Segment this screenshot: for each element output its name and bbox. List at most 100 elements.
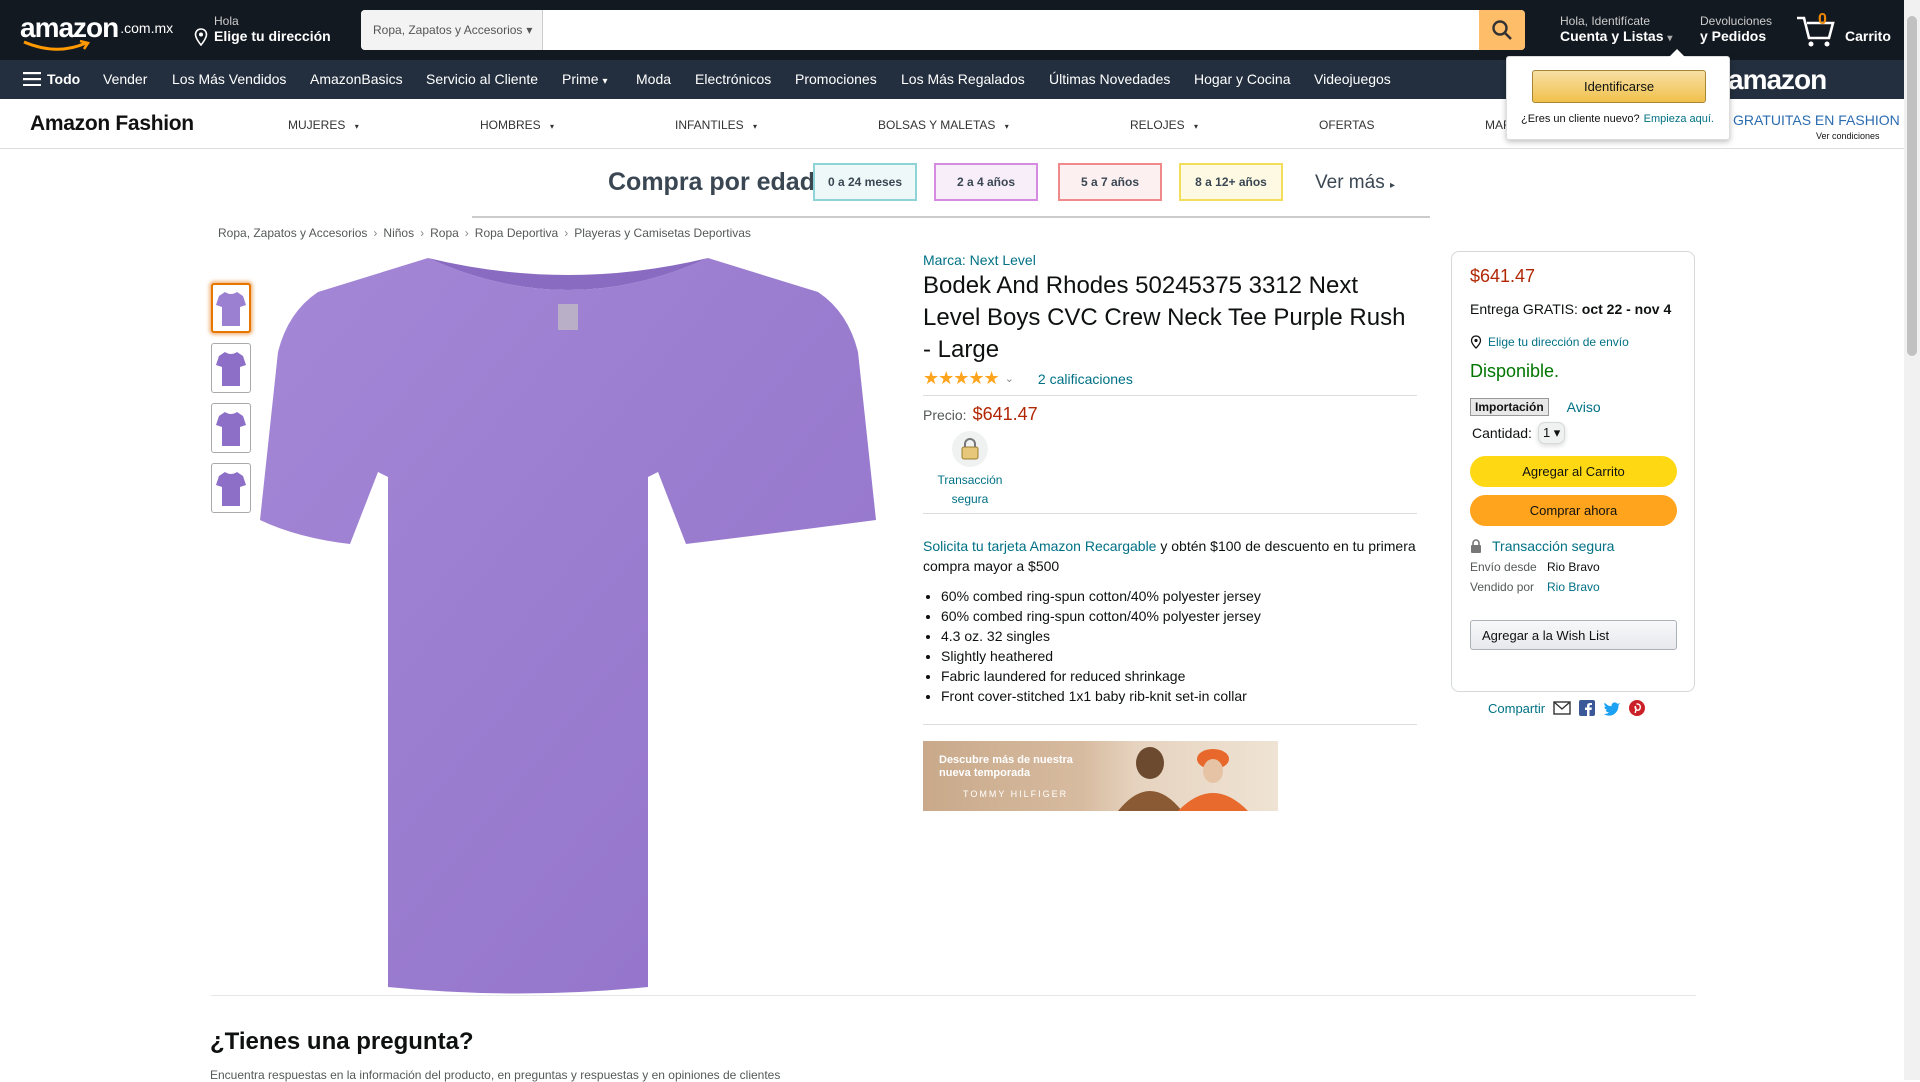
list-item: 60% combed ring-spun cotton/40% polyeste…: [941, 586, 1417, 606]
nav-item[interactable]: Últimas Novedades: [1049, 71, 1170, 87]
age-option[interactable]: 5 a 7 años: [1058, 163, 1162, 201]
nav-item-prime[interactable]: Prime ▾: [562, 71, 607, 87]
signin-flyout: Identificarse ¿Eres un cliente nuevo? Emp…: [1506, 49, 1730, 140]
fashion-item-bolsas[interactable]: BOLSAS Y MALETAS ▾: [878, 118, 1009, 132]
breadcrumb-item[interactable]: Playeras y Camisetas Deportivas: [574, 226, 751, 240]
quantity-select[interactable]: 1 ▾: [1537, 422, 1566, 444]
tshirt-icon: [216, 292, 246, 326]
seller-link[interactable]: Rio Bravo: [1547, 580, 1600, 594]
availability: Disponible.: [1470, 361, 1560, 381]
secure-transaction-badge[interactable]: Transacción segura: [923, 431, 1017, 509]
see-more-link[interactable]: Ver más ▸: [1315, 172, 1395, 194]
breadcrumb-item[interactable]: Ropa, Zapatos y Accesorios: [218, 226, 367, 240]
breadcrumb-item[interactable]: Ropa: [430, 226, 459, 240]
breadcrumb-item[interactable]: Ropa Deportiva: [475, 226, 558, 240]
ships-from-row: Envío desde Rio Bravo: [1470, 560, 1600, 574]
cart-button[interactable]: 0 Carrito: [1795, 8, 1895, 52]
facebook-icon[interactable]: [1579, 700, 1596, 716]
buybox-price: $641.47: [1470, 266, 1536, 286]
buy-box: $641.47 Entrega GRATIS: oct 22 - nov 4 E…: [1451, 251, 1695, 692]
tommy-hilfiger-ad[interactable]: Descubre más de nuestra nueva temporada T…: [923, 741, 1278, 811]
list-item: Slightly heathered: [941, 646, 1417, 666]
nav-item[interactable]: AmazonBasics: [310, 71, 403, 87]
pinterest-icon[interactable]: [1629, 700, 1646, 716]
add-to-wishlist-button[interactable]: Agregar a la Wish List: [1470, 620, 1677, 650]
amazon-fashion-logo[interactable]: Amazon Fashion: [30, 112, 194, 136]
ratings-count-link[interactable]: 2 calificaciones: [1038, 371, 1133, 387]
signin-button[interactable]: Identificarse: [1532, 70, 1706, 103]
nav-item[interactable]: Los Más Regalados: [901, 71, 1025, 87]
chevron-down-icon[interactable]: ⌄: [1005, 372, 1014, 385]
email-icon[interactable]: [1553, 701, 1571, 715]
add-to-cart-button[interactable]: Agregar al Carrito: [1470, 456, 1677, 487]
recargable-card-link[interactable]: Solicita tu tarjeta Amazon Recargable: [923, 538, 1156, 554]
feature-bullets: 60% combed ring-spun cotton/40% polyeste…: [923, 586, 1417, 706]
fashion-item-mujeres[interactable]: MUJERES ▾: [288, 118, 359, 132]
list-item: Front cover-stitched 1x1 baby rib-knit s…: [941, 686, 1417, 706]
fashion-item-infantiles[interactable]: INFANTILES ▾: [675, 118, 757, 132]
breadcrumb: Ropa, Zapatos y Accesorios › Niños › Ropa › Ro…: [218, 226, 751, 240]
import-row: Importación Aviso: [1470, 398, 1676, 416]
nav-item[interactable]: Los Más Vendidos: [172, 71, 286, 87]
page-scrollbar[interactable]: [1904, 0, 1920, 1080]
fashion-promo[interactable]: GRATUITAS EN FASHION: [1733, 112, 1900, 128]
returns-orders[interactable]: Devoluciones y Pedidos: [1700, 14, 1772, 44]
shop-by-age-banner: Compra por edad 0 a 24 meses 2 a 4 años …: [472, 150, 1430, 218]
buy-now-button[interactable]: Comprar ahora: [1470, 495, 1677, 526]
search-input[interactable]: [543, 10, 1479, 50]
twitter-icon[interactable]: [1603, 701, 1621, 716]
thumbnail[interactable]: [211, 283, 251, 333]
nav-item[interactable]: Vender: [103, 71, 147, 87]
breadcrumb-item[interactable]: Niños: [383, 226, 414, 240]
fashion-item-relojes[interactable]: RELOJES ▾: [1130, 118, 1198, 132]
tshirt-icon: [216, 472, 246, 506]
nav-item[interactable]: Videojuegos: [1314, 71, 1391, 87]
amazon-logo[interactable]: amazon .com.mx: [20, 12, 173, 51]
search-category-dropdown[interactable]: Ropa, Zapatos y Accesorios ▾: [361, 10, 543, 50]
star-rating[interactable]: ★★★★★: [923, 368, 1000, 389]
sold-by-row: Vendido por Rio Bravo: [1470, 580, 1600, 594]
price: $641.47: [972, 404, 1038, 424]
fashion-item-ofertas[interactable]: OFERTAS: [1319, 118, 1375, 132]
search-button[interactable]: [1479, 10, 1525, 50]
account-menu[interactable]: Hola, Identifícate Cuenta y Listas ▾: [1560, 14, 1672, 47]
list-item: 60% combed ring-spun cotton/40% polyeste…: [941, 606, 1417, 626]
thumbnail[interactable]: [211, 343, 251, 393]
nav-item[interactable]: Electrónicos: [695, 71, 771, 87]
fashion-promo-note[interactable]: Ver condiciones: [1816, 131, 1880, 141]
secure-transaction-link[interactable]: Transacción segura: [1470, 538, 1676, 554]
caret-down-icon: ▾: [526, 23, 533, 37]
delivery-address[interactable]: Hola Elige tu dirección: [194, 14, 331, 46]
all-menu-button[interactable]: Todo: [23, 71, 80, 87]
product-main-image[interactable]: [258, 252, 878, 997]
start-here-link[interactable]: Empieza aquí.: [1644, 113, 1714, 125]
search-icon: [1492, 20, 1512, 40]
cart-count: 0: [1818, 11, 1827, 28]
age-option[interactable]: 8 a 12+ años: [1179, 163, 1283, 201]
list-item: 4.3 oz. 32 singles: [941, 626, 1417, 646]
thumbnail[interactable]: [211, 403, 251, 453]
import-badge: Importación: [1470, 398, 1549, 416]
age-option[interactable]: 0 a 24 meses: [813, 163, 917, 201]
fashion-item-hombres[interactable]: HOMBRES ▾: [480, 118, 554, 132]
nav-item[interactable]: Hogar y Cocina: [1194, 71, 1291, 87]
quantity-row: Cantidad: 1 ▾: [1470, 422, 1676, 444]
scrollbar-thumb[interactable]: [1907, 16, 1917, 356]
notice-link[interactable]: Aviso: [1567, 399, 1601, 415]
top-nav: amazon .com.mx Hola Elige tu dirección R…: [0, 0, 1904, 60]
thumbnail[interactable]: [211, 463, 251, 513]
ratings-row: ★★★★★ ⌄ 2 calificaciones: [923, 368, 1417, 396]
brand-link[interactable]: Marca: Next Level: [923, 252, 1036, 268]
cart-icon: [1797, 16, 1835, 47]
search-bar: Ropa, Zapatos y Accesorios ▾: [361, 10, 1525, 50]
tshirt-icon: [216, 352, 246, 386]
price-row: Precio: $641.47: [923, 404, 1038, 424]
caret-down-icon: ▾: [602, 76, 608, 87]
questions-heading: ¿Tienes una pregunta?: [210, 1028, 474, 1055]
nav-item[interactable]: Servicio al Cliente: [426, 71, 538, 87]
location-pin-icon: [1470, 335, 1482, 349]
nav-item[interactable]: Promociones: [795, 71, 877, 87]
nav-item[interactable]: Moda: [636, 71, 671, 87]
age-option[interactable]: 2 a 4 años: [934, 163, 1038, 201]
choose-address-link[interactable]: Elige tu dirección de envío: [1470, 335, 1676, 349]
